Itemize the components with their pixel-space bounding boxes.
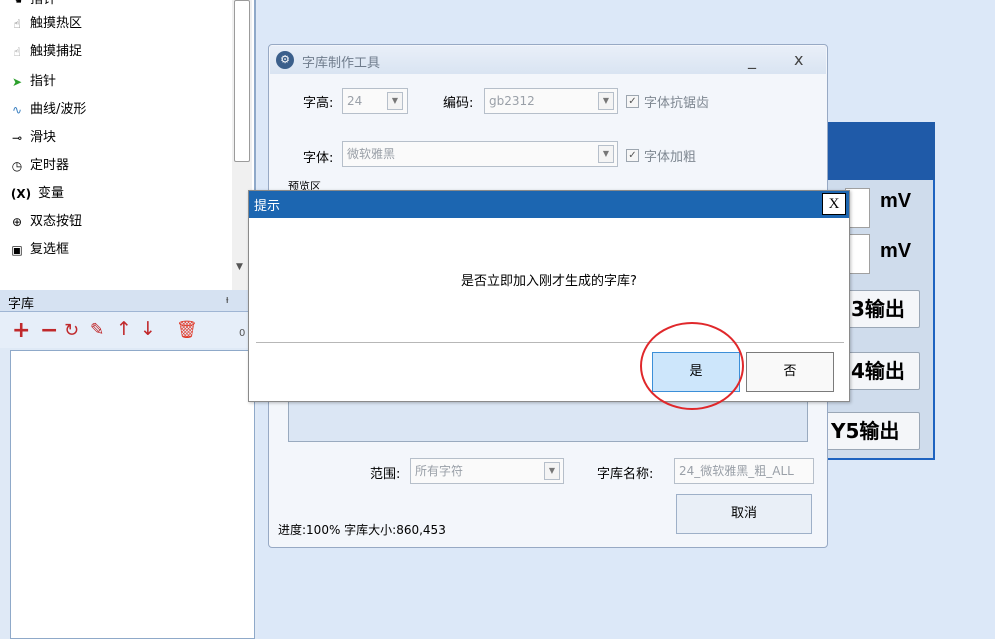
chevron-down-icon[interactable]: ▼ — [387, 92, 403, 110]
highlight-circle — [640, 322, 744, 410]
chevron-down-icon[interactable]: ▼ — [598, 92, 614, 110]
toolbox-item-toggle-button[interactable]: ⊕ 双态按钮 — [10, 210, 82, 234]
chevron-down-icon[interactable]: ▼ — [544, 462, 560, 480]
bold-checkbox[interactable]: ✓ 字体加粗 — [626, 146, 696, 165]
scroll-down-icon[interactable]: ▼ — [236, 262, 243, 272]
toolbox-item-touch-hotspot[interactable]: ☝ 触摸热区 — [10, 12, 82, 36]
output-3-button[interactable]: 3输出 — [846, 290, 920, 328]
preview-label: 预览区 — [288, 180, 321, 190]
font-library-list[interactable] — [10, 350, 255, 639]
checkbox-icon: ▣ — [11, 243, 23, 257]
library-name-input[interactable]: 24_微软雅黑_粗_ALL — [674, 458, 814, 484]
delete-icon[interactable]: 🗑 — [176, 320, 198, 340]
hand-pointer-icon: ☝ — [13, 17, 21, 31]
font-select[interactable]: 微软雅黑 — [342, 141, 618, 167]
font-library-count: 0 — [239, 328, 246, 339]
toolbox-item-variable[interactable]: (X) 变量 — [10, 182, 64, 206]
bold-label: 字体加粗 — [644, 150, 697, 165]
toolbox-item-label: 定时器 — [30, 158, 70, 173]
toolbox-panel: ☚ 指针 ☝ 触摸热区 ☝ 触摸捕捉 ➤ 指针 ∿ 曲线/波形 ⊸ 滑块 ◷ 定… — [0, 0, 256, 290]
dialog-message: 是否立即加入刚才生成的字库? — [461, 274, 637, 289]
toolbox-item-label: 双态按钮 — [30, 214, 83, 229]
output-4-button[interactable]: 4输出 — [846, 352, 920, 390]
check-icon: ✓ — [626, 95, 639, 108]
move-down-icon[interactable]: ↓ — [140, 318, 156, 340]
range-label: 范围: — [370, 467, 401, 482]
toolbox-item-label: 指针 — [30, 0, 56, 12]
add-icon[interactable]: + — [12, 318, 30, 343]
unit-label-2: mV — [880, 240, 912, 262]
range-select[interactable]: 所有字符 — [410, 458, 564, 484]
toolbox-item-timer[interactable]: ◷ 定时器 — [10, 154, 69, 178]
antialias-label: 字体抗锯齿 — [644, 96, 710, 111]
toolbox-item-label: 变量 — [38, 186, 65, 201]
toolbox-item-label: 指针 — [30, 74, 57, 89]
dialog-divider — [256, 342, 844, 343]
library-name-label: 字库名称: — [597, 467, 654, 482]
output-y5-button[interactable]: Y5输出 — [826, 412, 920, 450]
toolbox-item-label: 复选框 — [30, 242, 70, 257]
no-button[interactable]: 否 — [746, 352, 834, 392]
font-height-label: 字高: — [303, 96, 334, 111]
cancel-button[interactable]: 取消 — [676, 494, 812, 534]
remove-icon[interactable]: − — [40, 318, 58, 343]
font-label: 字体: — [303, 151, 334, 166]
progress-status: 进度:100% 字库大小:860,453 — [278, 523, 446, 537]
clock-icon: ◷ — [11, 159, 23, 173]
font-library-header — [0, 290, 256, 312]
toolbox-item-label: 触摸捕捉 — [30, 44, 83, 59]
toolbox-item-label: 滑块 — [30, 130, 57, 145]
toolbox-item-label: 曲线/波形 — [30, 102, 87, 117]
toolbox-item-pointer-top[interactable]: ☚ 指针 — [10, 0, 56, 12]
antialias-checkbox[interactable]: ✓ 字体抗锯齿 — [626, 92, 709, 111]
toolbox-scroll-thumb[interactable] — [234, 0, 250, 162]
widget-header — [825, 122, 935, 180]
dialog-titlebar[interactable] — [249, 191, 849, 218]
toggle-button-icon: ⊕ — [11, 215, 23, 229]
dialog-title: 提示 — [254, 199, 281, 214]
move-up-icon[interactable]: ↑ — [116, 318, 132, 340]
toolbox-item-slider[interactable]: ⊸ 滑块 — [10, 126, 56, 150]
variable-icon: (X) — [10, 187, 32, 201]
wave-icon: ∿ — [11, 103, 23, 117]
hand-icon: ☚ — [11, 0, 23, 7]
refresh-icon[interactable]: ↻ — [64, 320, 79, 341]
minimize-button[interactable]: _ — [748, 50, 756, 69]
chevron-down-icon[interactable]: ▼ — [598, 145, 614, 163]
toolbox-item-curve[interactable]: ∿ 曲线/波形 — [10, 98, 86, 122]
encoding-label: 编码: — [443, 96, 474, 111]
slider-icon: ⊸ — [11, 131, 23, 145]
hand-touch-icon: ☝ — [13, 45, 21, 59]
close-button[interactable]: x — [794, 50, 803, 69]
toolbox-item-touch-capture[interactable]: ☝ 触摸捕捉 — [10, 40, 82, 64]
edit-icon[interactable]: ✎ — [90, 320, 104, 340]
check-icon: ✓ — [626, 149, 639, 162]
dialog-close-button[interactable]: X — [822, 193, 846, 215]
font-library-title: 字库 — [8, 297, 35, 312]
toolbox-item-checkbox[interactable]: ▣ 复选框 — [10, 238, 69, 262]
pin-icon[interactable]: ᵼ — [226, 293, 228, 306]
toolbox-item-label: 触摸热区 — [30, 16, 83, 31]
font-tool-title: 字库制作工具 — [302, 56, 381, 71]
toolbox-item-cursor[interactable]: ➤ 指针 — [10, 70, 56, 94]
app-icon: ⚙ — [276, 51, 294, 69]
unit-label-1: mV — [880, 190, 912, 212]
arrow-cursor-icon: ➤ — [11, 75, 23, 89]
